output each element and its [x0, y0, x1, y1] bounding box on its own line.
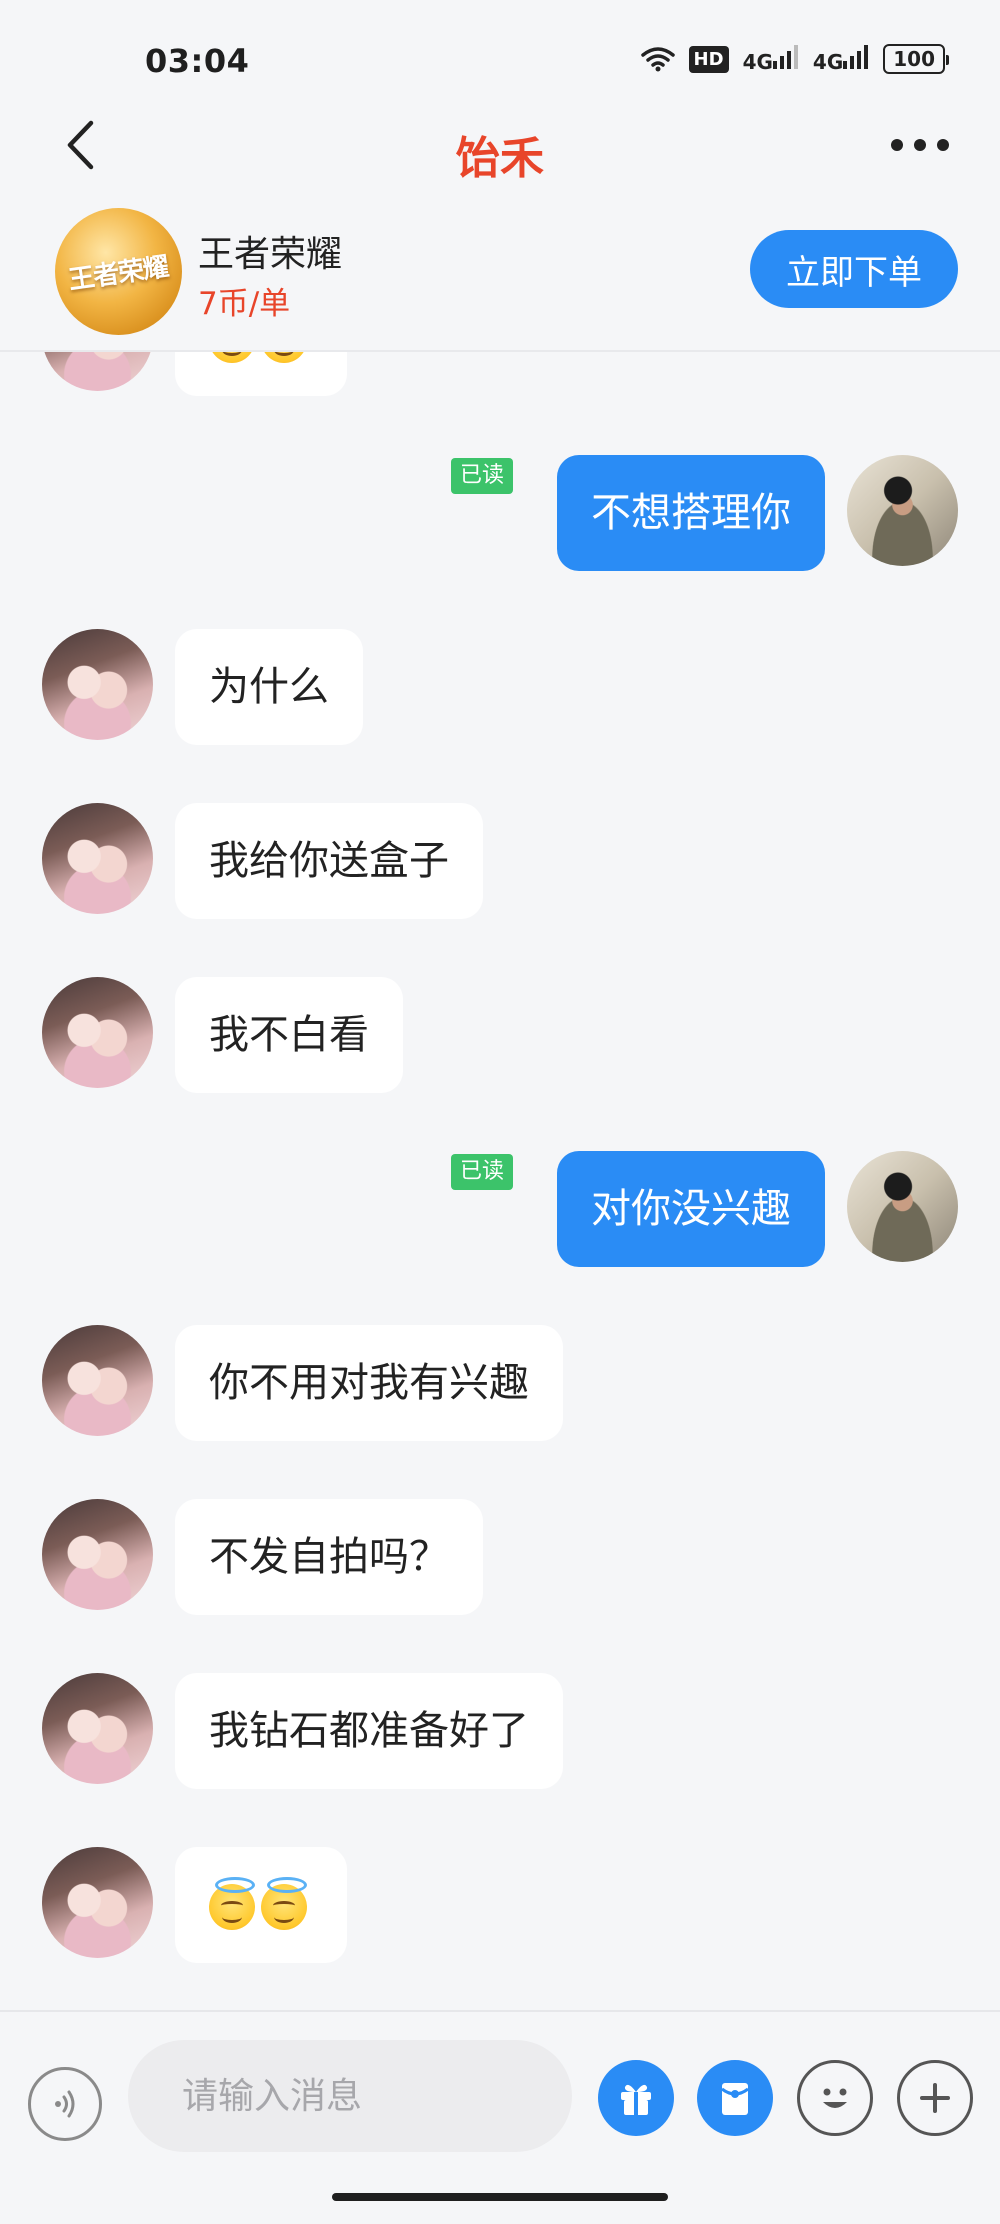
message-row: 为什么	[0, 629, 1000, 745]
signal-bars-icon	[772, 44, 798, 69]
message-bubble-received[interactable]	[175, 1847, 347, 1963]
more-horizontal-icon	[891, 139, 903, 151]
message-bubble-received[interactable]: 我给你送盒子	[175, 803, 483, 919]
page-title: 饴禾	[456, 133, 544, 184]
message-bubble-received[interactable]: 我钻石都准备好了	[175, 1673, 563, 1789]
service-price: 7币/单	[198, 286, 291, 322]
message-input[interactable]	[128, 2040, 572, 2152]
message-row: 不发自拍吗？	[0, 1499, 1000, 1615]
gift-icon	[621, 2084, 651, 2115]
game-name: 王者荣耀	[198, 234, 343, 275]
hd-badge: HD	[688, 45, 729, 73]
order-now-button[interactable]: 立即下单	[750, 230, 958, 308]
message-bubble-received[interactable]	[175, 352, 347, 396]
message-row	[0, 352, 1000, 396]
smiley-icon	[823, 2088, 847, 2108]
game-logo-text: 王者荣耀	[67, 252, 171, 296]
innocent-emoji-icon	[209, 352, 255, 363]
home-indicator[interactable]	[332, 2193, 668, 2201]
contact-avatar[interactable]	[42, 803, 153, 914]
contact-avatar[interactable]	[42, 1673, 153, 1784]
network-label-2: 4G	[812, 49, 844, 74]
plus-icon	[920, 2083, 950, 2113]
contact-avatar[interactable]	[42, 352, 153, 391]
service-header: 王者荣耀 王者荣耀 7币/单 立即下单	[0, 190, 1000, 352]
signal-bars-icon	[843, 44, 869, 69]
read-receipt-badge: 已读	[450, 458, 513, 494]
my-avatar[interactable]	[847, 455, 958, 566]
status-icons: HD 4G 4G 100	[640, 44, 949, 74]
message-row: 我钻石都准备好了	[0, 1673, 1000, 1789]
voice-icon	[55, 2090, 75, 2118]
emoji-button[interactable]	[797, 2060, 873, 2136]
plus-button[interactable]	[897, 2060, 973, 2136]
contact-avatar[interactable]	[42, 1499, 153, 1610]
message-row: 我不白看	[0, 977, 1000, 1093]
game-logo[interactable]: 王者荣耀	[55, 208, 182, 335]
more-button[interactable]	[880, 120, 960, 170]
message-bubble-received[interactable]: 你不用对我有兴趣	[175, 1325, 563, 1441]
my-avatar[interactable]	[847, 1151, 958, 1262]
message-row: 我给你送盒子	[0, 803, 1000, 919]
message-bubble-sent[interactable]: 对你没兴趣	[557, 1151, 825, 1267]
gift-button[interactable]	[598, 2060, 674, 2136]
message-row: 你不用对我有兴趣	[0, 1325, 1000, 1441]
red-packet-icon	[721, 2083, 749, 2115]
read-receipt-badge: 已读	[450, 1154, 513, 1190]
contact-avatar[interactable]	[42, 629, 153, 740]
signal-4g-1: 4G	[742, 44, 799, 74]
innocent-emoji-icon	[209, 1877, 255, 1930]
wifi-icon	[640, 47, 675, 72]
message-row: 已读 不想搭理你	[0, 455, 1000, 571]
innocent-emoji-icon	[261, 1877, 307, 1930]
signal-4g-2: 4G	[812, 44, 869, 74]
red-packet-button[interactable]	[697, 2060, 773, 2136]
contact-avatar[interactable]	[42, 1847, 153, 1958]
status-bar: 03:04 HD 4G 4G 100	[0, 0, 1000, 100]
battery-indicator: 100	[883, 44, 949, 74]
network-label: 4G	[742, 49, 773, 74]
voice-button[interactable]	[28, 2067, 102, 2141]
message-row	[0, 1847, 1000, 1963]
message-bubble-received[interactable]: 我不白看	[175, 977, 403, 1093]
contact-avatar[interactable]	[42, 1325, 153, 1436]
innocent-emoji-icon	[261, 352, 307, 363]
chat-messages[interactable]: 已读 不想搭理你 为什么 我给你送盒子 我不白看 已读 对你没兴趣 你不用对我有…	[0, 352, 1000, 2010]
status-time: 03:04	[145, 42, 250, 80]
message-bubble-received[interactable]: 不发自拍吗？	[175, 1499, 483, 1615]
contact-avatar[interactable]	[42, 977, 153, 1088]
message-bubble-received[interactable]: 为什么	[175, 629, 363, 745]
input-bar	[0, 2010, 1000, 2224]
message-bubble-sent[interactable]: 不想搭理你	[557, 455, 825, 571]
message-row: 已读 对你没兴趣	[0, 1151, 1000, 1267]
nav-bar: 饴禾	[0, 100, 1000, 190]
